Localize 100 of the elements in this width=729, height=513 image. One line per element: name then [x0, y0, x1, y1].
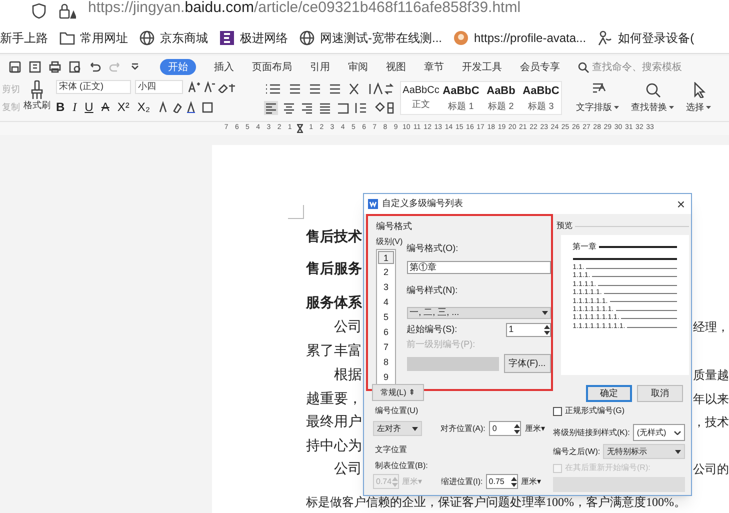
bookmark-link[interactable]: 极进网络: [219, 28, 288, 46]
template-icon[interactable]: [28, 60, 42, 74]
caret-icon: [706, 106, 711, 110]
bookmark-link[interactable]: 京东商城: [139, 28, 208, 46]
spin-arrows-icon: [510, 476, 517, 488]
save-icon[interactable]: [8, 60, 22, 74]
bookmark-link[interactable]: 常用网址: [59, 28, 128, 46]
format-button[interactable]: B: [56, 98, 65, 116]
level-item[interactable]: 3: [378, 280, 394, 294]
format-painter-button[interactable]: 格式刷: [22, 80, 52, 110]
paragraph-text: 公司: [334, 318, 362, 336]
format-button[interactable]: X²: [117, 98, 130, 116]
avatar-icon: [453, 30, 469, 46]
level-item[interactable]: 9: [378, 370, 394, 384]
bookmark-link[interactable]: https://profile-avata...: [453, 28, 586, 46]
paragraph-text: 公司: [334, 460, 362, 478]
paragraph-text: 根据: [334, 366, 362, 384]
field-label: 编号之后(W):: [553, 446, 600, 458]
ribbon-tab[interactable]: 页面布局: [252, 60, 292, 74]
alignment-select[interactable]: 左对齐: [373, 421, 422, 436]
paragraph-text: 年以来: [693, 391, 729, 408]
alignment-position-spinner[interactable]: 0: [489, 421, 521, 436]
style-preset-button[interactable]: AaBbC 标题 1: [442, 83, 480, 113]
lock-warning-icon: [58, 3, 76, 19]
list-indent-icon: [264, 82, 394, 96]
dropdown-arrow-icon: [542, 310, 548, 314]
ribbon-tab[interactable]: 插入: [214, 60, 234, 74]
paragraph-text: 持中心为: [306, 437, 362, 456]
caret-icon: [669, 106, 674, 110]
field-label: 编号样式(N):: [406, 284, 459, 297]
field-label: 起始编号(S):: [406, 322, 458, 336]
level-item[interactable]: 1: [378, 250, 394, 264]
checkbox[interactable]: [553, 406, 562, 416]
paragraph-align-icon: [264, 101, 394, 115]
level-item[interactable]: 8: [378, 356, 394, 368]
level-item[interactable]: 5: [378, 310, 394, 324]
heading-text: 售后服务: [306, 260, 362, 278]
field-label: 缩进位置(I):: [441, 476, 483, 488]
ribbon-tab[interactable]: 引用: [310, 60, 330, 74]
field-label: 对齐位置(A):: [440, 422, 486, 434]
bookmark-link[interactable]: 新手上路: [0, 28, 48, 46]
ribbon-tool-button[interactable]: 选择: [686, 82, 711, 114]
person-wave-icon: [597, 30, 614, 46]
logo-icon: [219, 30, 235, 46]
format-button[interactable]: U: [84, 98, 94, 116]
paragraph-text: 累了丰富: [306, 342, 362, 360]
number-style-select[interactable]: 一, 二, 三, ...: [406, 306, 551, 318]
ribbon-tab[interactable]: 视图: [386, 60, 406, 74]
group-label: 预览: [556, 220, 573, 232]
indent-position-spinner[interactable]: 0.75: [486, 474, 518, 489]
paragraph-text: 公司的: [693, 461, 729, 478]
follow-number-select[interactable]: 无特别标示: [603, 444, 685, 459]
format-button[interactable]: A: [101, 98, 110, 116]
level-item[interactable]: 4: [378, 296, 394, 308]
folder-icon: [59, 30, 75, 46]
indent-marker-icon: [297, 124, 304, 133]
ribbon-tab[interactable]: 审阅: [348, 60, 368, 74]
font-size-select[interactable]: 小四: [135, 80, 183, 94]
ribbon-tab[interactable]: 开始: [160, 59, 196, 75]
style-preset-button[interactable]: AaBb 标题 2: [482, 83, 520, 113]
level-item[interactable]: 6: [378, 326, 394, 338]
format-button[interactable]: I: [72, 98, 77, 116]
chevron-down-icon: [674, 430, 681, 434]
ribbon-tab[interactable]: 章节: [424, 60, 444, 74]
ribbon-tab[interactable]: 开发工具: [462, 60, 502, 74]
bookmark-link[interactable]: 网速测试-宽带在线测...: [299, 28, 442, 46]
format-button[interactable]: X₂: [137, 98, 150, 116]
spin-arrows-icon: [392, 476, 398, 488]
paragraph-text: 质量越: [693, 367, 729, 384]
close-button[interactable]: ×: [676, 197, 687, 211]
link-style-select[interactable]: (无样式): [632, 424, 685, 441]
undo-icon[interactable]: [88, 60, 102, 74]
general-button[interactable]: 常规(L) ⇞: [372, 384, 424, 401]
style-preset-button[interactable]: AaBbC 标题 3: [522, 83, 560, 113]
start-number-spinner[interactable]: 1: [506, 322, 551, 336]
level-list[interactable]: 1 2 3 4 5 6 7 8 9: [376, 248, 396, 386]
level-item[interactable]: 2: [378, 266, 394, 278]
print-icon[interactable]: [48, 60, 62, 74]
field-label: 将级别链接到样式(K):: [553, 426, 630, 438]
unit-dropdown[interactable]: 厘米▾: [525, 422, 545, 434]
number-format-field[interactable]: 第①章: [406, 261, 551, 274]
bookmark-link[interactable]: 如何登录设备(: [597, 28, 694, 46]
cancel-button[interactable]: 取消: [637, 385, 683, 402]
field-label: 级别(V): [376, 236, 403, 248]
preview-icon[interactable]: [68, 60, 82, 74]
ok-button[interactable]: 确定: [586, 385, 632, 402]
style-preset-button[interactable]: AaBbCc 正文: [402, 83, 440, 113]
ribbon-tool-button[interactable]: 文字排版: [576, 82, 619, 114]
unit-dropdown[interactable]: 厘米▾: [520, 476, 541, 488]
preview-text: 第一章: [572, 241, 597, 253]
level-item[interactable]: 7: [378, 340, 394, 354]
group-label: 文字位置: [375, 444, 408, 456]
group-label: 编号格式: [376, 220, 413, 233]
font-button[interactable]: 字体(F)...: [504, 354, 551, 373]
ribbon-tool-button[interactable]: 查找替换: [631, 82, 674, 114]
ribbon-tab[interactable]: 会员专享: [520, 60, 560, 74]
shield-icon: [32, 3, 46, 19]
globe-icon: [299, 30, 315, 46]
search-icon: [644, 82, 660, 98]
font-name-select[interactable]: 宋体 (正文): [56, 80, 131, 94]
